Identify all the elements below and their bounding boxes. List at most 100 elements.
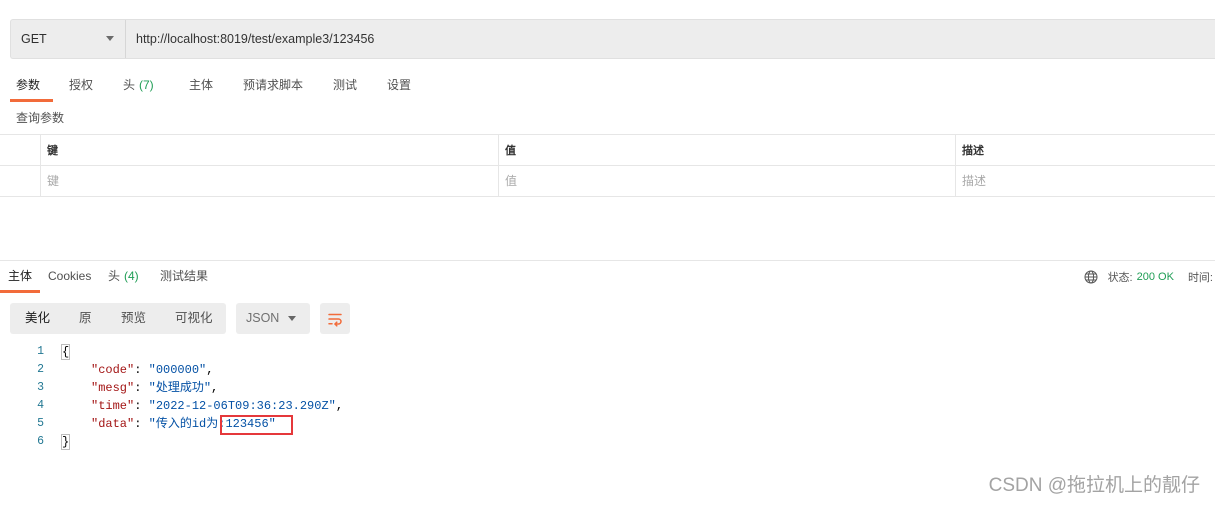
column-header-description: 描述 [955, 135, 1215, 165]
code-text: { [60, 343, 71, 361]
param-key-input[interactable] [47, 174, 498, 188]
tab-pre-request-script[interactable]: 预请求脚本 [243, 78, 303, 93]
description-cell [955, 166, 1215, 196]
response-body-code[interactable]: 1 { 2 "code": "000000", 3 "mesg": "处理成功"… [0, 343, 343, 451]
tab-label: Cookies [48, 269, 92, 283]
format-select[interactable]: JSON [236, 303, 310, 334]
response-headers-count: (4) [124, 269, 139, 283]
param-value-input[interactable] [505, 174, 955, 188]
chevron-down-icon [106, 36, 114, 41]
tab-authorization[interactable]: 授权 [69, 78, 93, 93]
view-mode-label: 可视化 [175, 311, 213, 325]
tab-response-body[interactable]: 主体 [8, 269, 32, 284]
tab-label: 头 [123, 78, 136, 92]
highlighted-id-value: 123456" [220, 415, 293, 435]
code-text: "mesg": "处理成功", [62, 379, 218, 397]
column-header-label: 键 [47, 145, 58, 157]
headers-count: (7) [139, 78, 154, 92]
table-header-row: 键 值 描述 [0, 135, 1215, 166]
view-mode-label: 美化 [25, 311, 51, 325]
format-label: JSON [246, 311, 280, 325]
json-key: "code" [91, 363, 135, 377]
json-key: "data" [91, 417, 135, 431]
tab-tests[interactable]: 测试 [333, 78, 357, 93]
query-params-table: 键 值 描述 [0, 134, 1215, 197]
view-mode-label: 预览 [121, 311, 147, 325]
value-cell [498, 166, 955, 196]
checkbox-column-header [0, 135, 40, 165]
column-header-label: 描述 [962, 145, 984, 157]
tab-label: 测试 [333, 78, 358, 92]
key-cell [40, 166, 498, 196]
json-key: "mesg" [91, 381, 135, 395]
wrap-lines-button[interactable] [320, 303, 350, 334]
view-mode-group: 美化 原 预览 可视化 [10, 303, 226, 334]
json-value: "处理成功" [148, 381, 212, 395]
line-number: 4 [37, 399, 44, 412]
caret-down-icon [288, 316, 296, 321]
view-raw-button[interactable]: 原 [79, 311, 92, 326]
json-value: "000000" [148, 363, 207, 377]
active-response-tab-underline [0, 290, 40, 293]
query-params-title: 查询参数 [16, 111, 65, 125]
tab-label: 设置 [387, 78, 412, 92]
line-number: 2 [37, 363, 44, 376]
code-line: 5 "data": "传入的id为:123456" [0, 415, 343, 435]
code-line: 4 "time": "2022-12-06T09:36:23.290Z", [0, 397, 343, 415]
json-separator: : [134, 363, 149, 377]
json-comma: , [211, 381, 219, 395]
code-line: 2 "code": "000000", [0, 361, 343, 379]
status-value[interactable]: 200 OK [1137, 271, 1174, 283]
tab-headers[interactable]: 头 (7) [123, 78, 154, 93]
line-number: 5 [37, 417, 44, 430]
watermark: CSDN @拖拉机上的靓仔 [988, 475, 1200, 496]
time-label: 时间: [1187, 272, 1213, 284]
url-input[interactable]: http://localhost:8019/test/example3/1234… [126, 20, 1215, 58]
code-text: "code": "000000", [62, 361, 213, 379]
json-separator: : [134, 417, 149, 431]
column-header-value: 值 [498, 135, 955, 165]
tab-cookies[interactable]: Cookies [48, 269, 91, 284]
json-separator: : [134, 399, 149, 413]
param-description-input[interactable] [962, 174, 1215, 188]
tab-label: 头 [108, 269, 121, 283]
tab-settings[interactable]: 设置 [387, 78, 411, 93]
view-visualize-button[interactable]: 可视化 [175, 311, 213, 326]
view-preview-button[interactable]: 预览 [121, 311, 146, 326]
tab-label: 授权 [69, 78, 94, 92]
tab-body[interactable]: 主体 [189, 78, 213, 93]
tab-label: 测试结果 [160, 269, 209, 283]
url-text: http://localhost:8019/test/example3/1234… [136, 32, 375, 46]
column-header-label: 值 [505, 145, 516, 157]
code-line: 6 } [0, 433, 343, 451]
active-tab-underline [10, 99, 53, 102]
tab-test-results[interactable]: 测试结果 [160, 269, 208, 284]
json-separator: : [134, 381, 149, 395]
json-value: "2022-12-06T09:36:23.290Z" [148, 399, 336, 413]
json-comma: , [335, 399, 344, 413]
tab-label: 预请求脚本 [243, 78, 304, 92]
status-label: 状态: [1107, 272, 1133, 284]
json-comma: , [206, 363, 214, 377]
json-key: "time" [91, 399, 135, 413]
response-status-bar: 状态: 200 OK 时间: [1084, 268, 1213, 286]
pane-divider[interactable] [0, 260, 1215, 261]
line-number: 3 [37, 381, 44, 394]
tab-params[interactable]: 参数 [16, 78, 40, 93]
view-mode-label: 原 [79, 311, 92, 325]
request-bar: GET http://localhost:8019/test/example3/… [10, 19, 1215, 59]
globe-icon[interactable] [1084, 270, 1098, 284]
open-brace[interactable]: { [60, 344, 71, 360]
tab-label: 参数 [16, 78, 41, 92]
json-value: "传入的id为: [148, 417, 226, 431]
highlighted-id-text: 123456" [225, 417, 276, 431]
code-text: } [60, 433, 71, 451]
tab-response-headers[interactable]: 头 (4) [108, 269, 139, 284]
row-checkbox-cell[interactable] [0, 166, 40, 196]
view-pretty-button[interactable]: 美化 [25, 311, 50, 326]
column-header-key: 键 [40, 135, 498, 165]
method-select[interactable]: GET [11, 20, 126, 58]
wrap-lines-icon [327, 311, 343, 327]
tab-label: 主体 [189, 78, 214, 92]
close-brace[interactable]: } [60, 434, 71, 450]
